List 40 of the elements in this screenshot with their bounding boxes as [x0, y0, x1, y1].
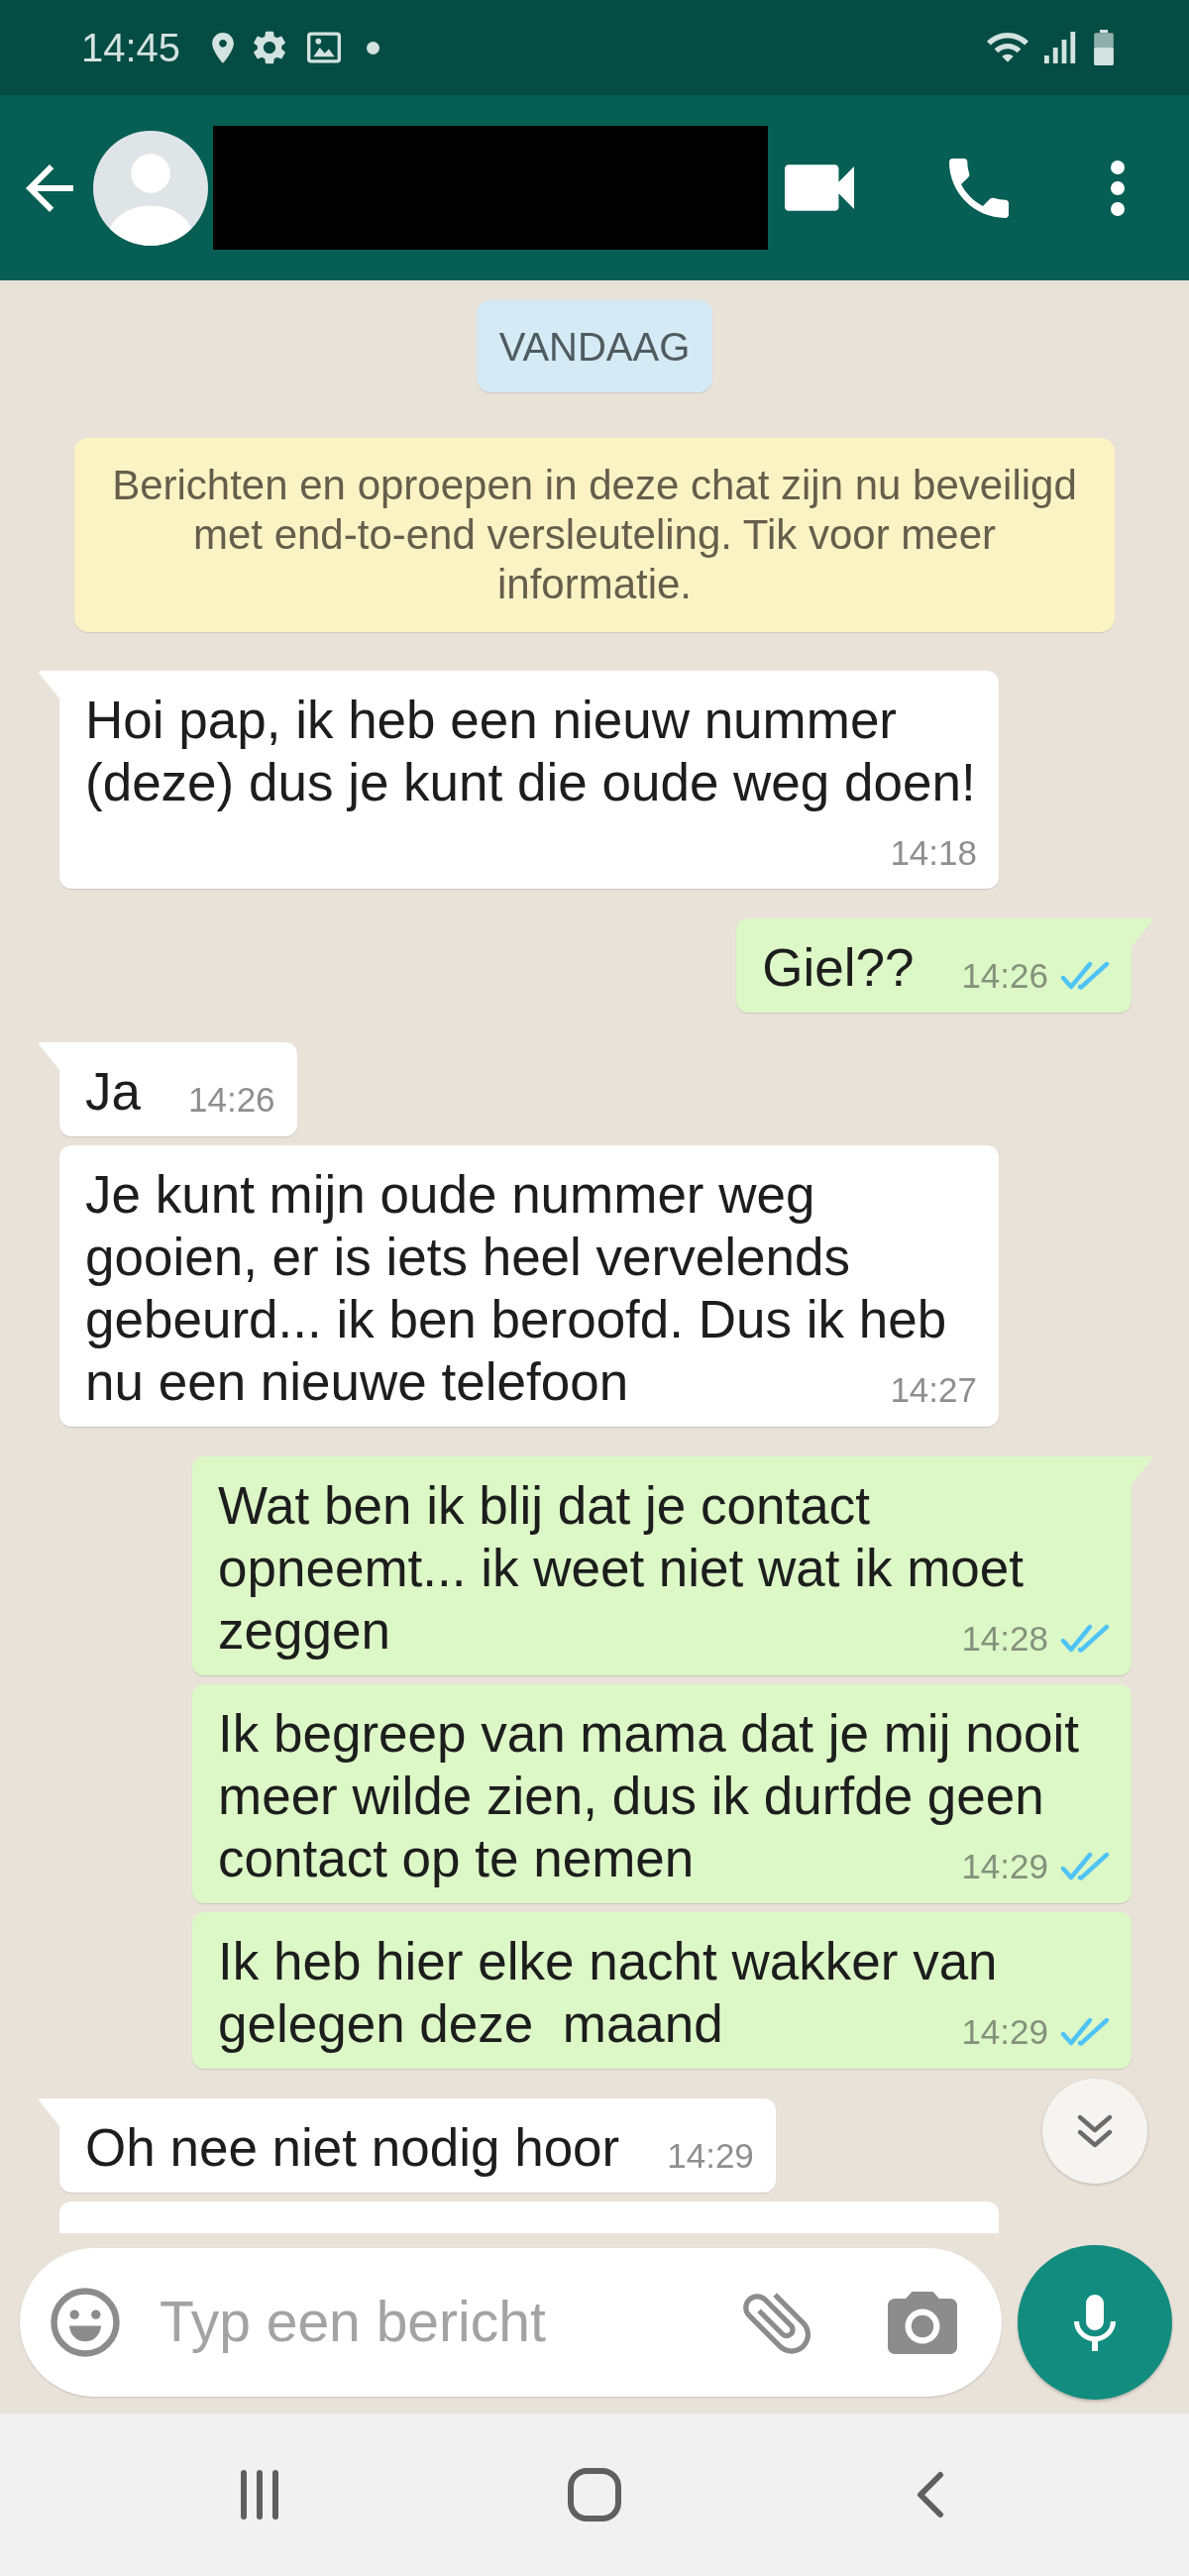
message-time: 14:29: [961, 1846, 1048, 1887]
message-bubble[interactable]: Je kunt mijn oude nummer weg gooien, er is iets heel vervelends gebeurd... ik ben beroofd. Dus ik heb nu een nieuwe telefoon 14:27: [59, 1145, 999, 1427]
date-label: VANDAAG: [476, 300, 713, 392]
message-time: 14:26: [188, 1079, 275, 1121]
message-bubble[interactable]: Oh nee niet nodig hoor 14:29: [59, 2098, 776, 2193]
encryption-notice[interactable]: Berichten en oproepen in deze chat zijn nu beveiligd met end-to-end versleuteling. Tik voor meer informatie.: [74, 438, 1115, 632]
image-icon: [307, 32, 342, 63]
location-pin-icon: [212, 32, 235, 63]
composer-bar[interactable]: Typ een bericht: [20, 2248, 1002, 2397]
back-chevron-icon: [917, 2471, 944, 2519]
message-bubble[interactable]: Hoi pap, ik heb een nieuw nummer (deze) dus je kunt die oude weg doen! 14:18: [59, 671, 999, 889]
gear-icon: [254, 31, 286, 64]
message-bubble[interactable]: Giel?? 14:26: [736, 918, 1132, 1013]
camera-icon[interactable]: [888, 2291, 957, 2354]
message-bubble[interactable]: Ik heb hier elke nacht wakker van gelegen deze maand 14:29: [192, 1912, 1132, 2069]
battery-icon: [1094, 30, 1114, 65]
message-time: 14:27: [890, 1369, 977, 1411]
dot-icon: [367, 41, 380, 54]
avatar-icon[interactable]: [93, 130, 208, 246]
message-bubble[interactable]: Ik begreep van mama dat je mij nooit meer wilde zien, dus ik durfde geen contact op te nemen 14:29: [192, 1684, 1132, 1903]
back-arrow-icon: [26, 163, 73, 212]
microphone-icon: [1074, 2294, 1116, 2351]
message-bubble[interactable]: Ja 14:26: [59, 1042, 297, 1136]
wifi-icon: [987, 32, 1028, 63]
status-time: 14:45: [81, 28, 181, 67]
message-time: 14:26: [961, 955, 1048, 997]
home-icon: [568, 2468, 621, 2522]
message-input[interactable]: Typ een bericht: [160, 2283, 722, 2362]
recent-apps-icon: [240, 2470, 279, 2520]
message-time: 14:29: [667, 2135, 754, 2177]
message-bubble[interactable]: Wat ben ik blij dat je contact opneemt... ik weet niet wat ik moet zeggen 14:28: [192, 1456, 1132, 1675]
signal-icon: [1044, 32, 1076, 63]
video-camera-icon: [785, 164, 854, 211]
message-time: 14:28: [961, 1618, 1048, 1660]
double-chevron-down-icon: [1077, 2114, 1113, 2148]
phone-icon: [949, 158, 1009, 218]
emoji-icon[interactable]: [51, 2288, 120, 2357]
message-time: 14:29: [961, 2011, 1048, 2053]
message-time: 14:18: [890, 832, 977, 874]
more-options-icon: [1111, 160, 1125, 216]
